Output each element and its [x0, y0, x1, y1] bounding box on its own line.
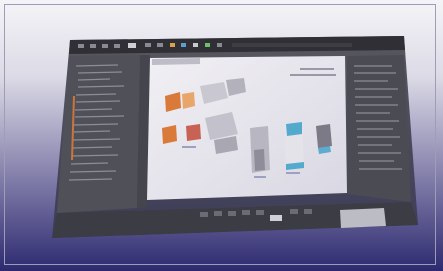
- toolbar-btn-1[interactable]: [200, 212, 208, 217]
- fit-icon[interactable]: [145, 43, 151, 47]
- measure-icon[interactable]: [170, 43, 175, 47]
- part-gray-block[interactable]: [316, 124, 332, 154]
- select-icon[interactable]: [78, 44, 84, 48]
- pan-icon[interactable]: [128, 43, 136, 48]
- render-icon[interactable]: [205, 43, 210, 47]
- screenshot-stage: [0, 0, 443, 271]
- toolbar-btn-2[interactable]: [214, 211, 222, 216]
- part-box-gray[interactable]: [250, 126, 270, 173]
- rotate-icon[interactable]: [102, 44, 108, 48]
- part-teal-box[interactable]: [284, 122, 304, 170]
- snap-icon[interactable]: [181, 43, 186, 47]
- left-tree-panel: [57, 55, 140, 213]
- zoom-icon[interactable]: [114, 44, 120, 48]
- toolbar-btn-3[interactable]: [228, 211, 236, 216]
- toolbar-btn-7[interactable]: [290, 209, 298, 214]
- settings-icon[interactable]: [217, 43, 222, 47]
- app-window-perspective: [52, 36, 418, 238]
- layer-icon[interactable]: [193, 43, 198, 47]
- toolbar-btn-6[interactable]: [270, 215, 282, 221]
- bottom-right-preview: [340, 208, 386, 228]
- toolbar-btn-5[interactable]: [256, 210, 264, 215]
- canvas-tab[interactable]: [152, 58, 200, 65]
- grid-icon[interactable]: [157, 43, 163, 47]
- toolbar-btn-8[interactable]: [304, 209, 312, 214]
- toolbar-btn-4[interactable]: [242, 210, 250, 215]
- toolbar-spacer: [232, 43, 352, 47]
- move-icon[interactable]: [90, 44, 96, 48]
